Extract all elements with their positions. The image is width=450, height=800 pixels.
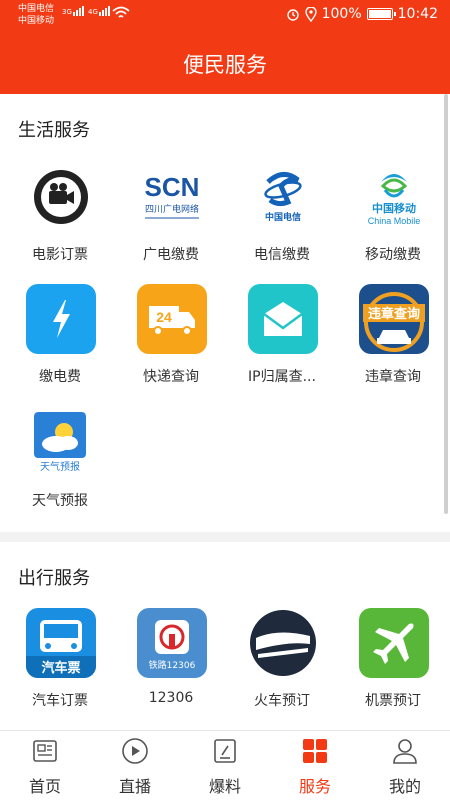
service-label: 12306 [148, 690, 194, 706]
service-weather[interactable]: 天气预报 天气预报 [4, 412, 116, 532]
network-type-2: 4G [88, 8, 98, 16]
violation-logo-text: 违章查询 [368, 306, 420, 322]
travel-services-section: 出行服务 汽车票 汽车订票 铁路12306 12306 火车预订 机票预订 [0, 542, 450, 730]
scn-logo-icon: SCN 四川广电网络 [137, 162, 207, 232]
service-telecom-payment[interactable]: 中国电信 电信缴费 [226, 162, 338, 282]
tab-label: 我的 [388, 777, 421, 796]
service-bus-tickets[interactable]: 汽车票 汽车订票 [4, 608, 116, 728]
china-mobile-icon: 中国移动 China Mobile [359, 162, 429, 232]
railway-12306-icon: 铁路12306 [137, 608, 207, 678]
service-label: 快递查询 [143, 369, 199, 385]
service-label: 火车预订 [254, 693, 310, 709]
mobile-logo-text: 中国移动 [372, 201, 416, 215]
bus-logo-text: 汽车票 [41, 660, 80, 676]
china-telecom-icon: 中国电信 [248, 162, 318, 232]
page-title: 便民服务 [183, 53, 267, 77]
service-traffic-violation[interactable]: 违章查询 违章查询 [337, 284, 449, 404]
truck-badge: 24 [156, 309, 172, 325]
railway-logo-sub: 铁路12306 [149, 659, 196, 671]
bus-icon: 汽车票 [26, 608, 96, 678]
service-cable-tv-payment[interactable]: SCN 四川广电网络 广电缴费 [115, 162, 227, 282]
alarm-icon [286, 9, 299, 21]
envelope-icon [248, 284, 318, 354]
tab-report[interactable]: 爆料 [180, 731, 270, 800]
service-electricity-payment[interactable]: 缴电费 [4, 284, 116, 404]
service-label: 违章查询 [365, 369, 421, 385]
service-flight-booking[interactable]: 机票预订 [337, 608, 449, 728]
service-label: 广电缴费 [143, 247, 199, 263]
service-train-booking[interactable]: 火车预订 [226, 608, 338, 728]
service-label: 缴电费 [39, 369, 81, 385]
carrier-1: 中国电信 [18, 4, 55, 14]
service-12306[interactable]: 铁路12306 12306 [115, 608, 227, 728]
scrollbar[interactable] [444, 94, 448, 514]
tab-live[interactable]: 直播 [90, 731, 180, 800]
location-icon [304, 6, 317, 22]
weather-logo-text: 天气预报 [40, 460, 80, 473]
service-label: 电影订票 [32, 247, 88, 263]
telecom-logo-text: 中国电信 [265, 211, 301, 223]
service-ip-lookup[interactable]: IP归属查... [226, 284, 338, 404]
tab-services[interactable]: 服务 [270, 731, 360, 800]
service-label: 汽车订票 [32, 693, 88, 709]
tab-label: 服务 [298, 777, 331, 796]
section-title: 生活服务 [18, 120, 90, 141]
tab-home[interactable]: 首页 [0, 731, 90, 800]
service-label: IP归属查... [248, 369, 316, 385]
play-icon [122, 738, 148, 764]
carrier-2: 中国移动 [18, 16, 55, 26]
tab-label: 爆料 [208, 777, 241, 796]
carrier-names: 中国电信 中国移动 [18, 3, 54, 27]
status-bar: 中国电信 中国移动 3G 4G 100% 10:42 [0, 0, 450, 36]
wifi-icon [112, 6, 130, 18]
battery-icon [366, 8, 396, 20]
grid-icon [303, 739, 327, 763]
bottom-tab-bar: 首页 直播 爆料 服务 我的 [0, 730, 450, 800]
lightning-icon [26, 284, 96, 354]
life-services-section: 生活服务 电影订票 SCN 四川广电网络 广电缴费 中国电信 电信缴费 中国移动… [0, 94, 450, 532]
tab-profile[interactable]: 我的 [360, 731, 450, 800]
user-icon [393, 739, 417, 764]
service-movie-tickets[interactable]: 电影订票 [4, 162, 116, 282]
scn-logo-text: SCN [145, 172, 200, 202]
network-type-1: 3G [62, 8, 72, 16]
mobile-logo-sub: China Mobile [368, 216, 421, 226]
service-label: 移动缴费 [365, 247, 421, 263]
film-camera-icon [26, 162, 96, 232]
traffic-violation-icon: 违章查询 [359, 284, 429, 354]
service-mobile-payment[interactable]: 中国移动 China Mobile 移动缴费 [337, 162, 449, 282]
tab-label: 直播 [118, 777, 151, 796]
signal-icon-1: 3G [62, 6, 84, 16]
battery-percent: 100% [321, 6, 362, 22]
airplane-icon [359, 608, 429, 678]
newspaper-icon [33, 740, 57, 762]
tab-label: 首页 [28, 777, 61, 796]
delivery-truck-icon: 24 [137, 284, 207, 354]
section-title: 出行服务 [18, 568, 90, 589]
signal-icon-2: 4G [88, 6, 110, 16]
page-header: 便民服务 [0, 36, 450, 94]
weather-icon: 天气预报 [34, 412, 86, 474]
service-label: 电信缴费 [254, 247, 310, 263]
service-express-tracking[interactable]: 24 快递查询 [115, 284, 227, 404]
clock: 10:42 [397, 6, 438, 22]
scn-logo-sub: 四川广电网络 [145, 203, 199, 215]
train-icon [248, 608, 318, 678]
service-label: 机票预订 [365, 693, 421, 709]
edit-icon [214, 739, 236, 763]
service-label: 天气预报 [32, 493, 88, 509]
